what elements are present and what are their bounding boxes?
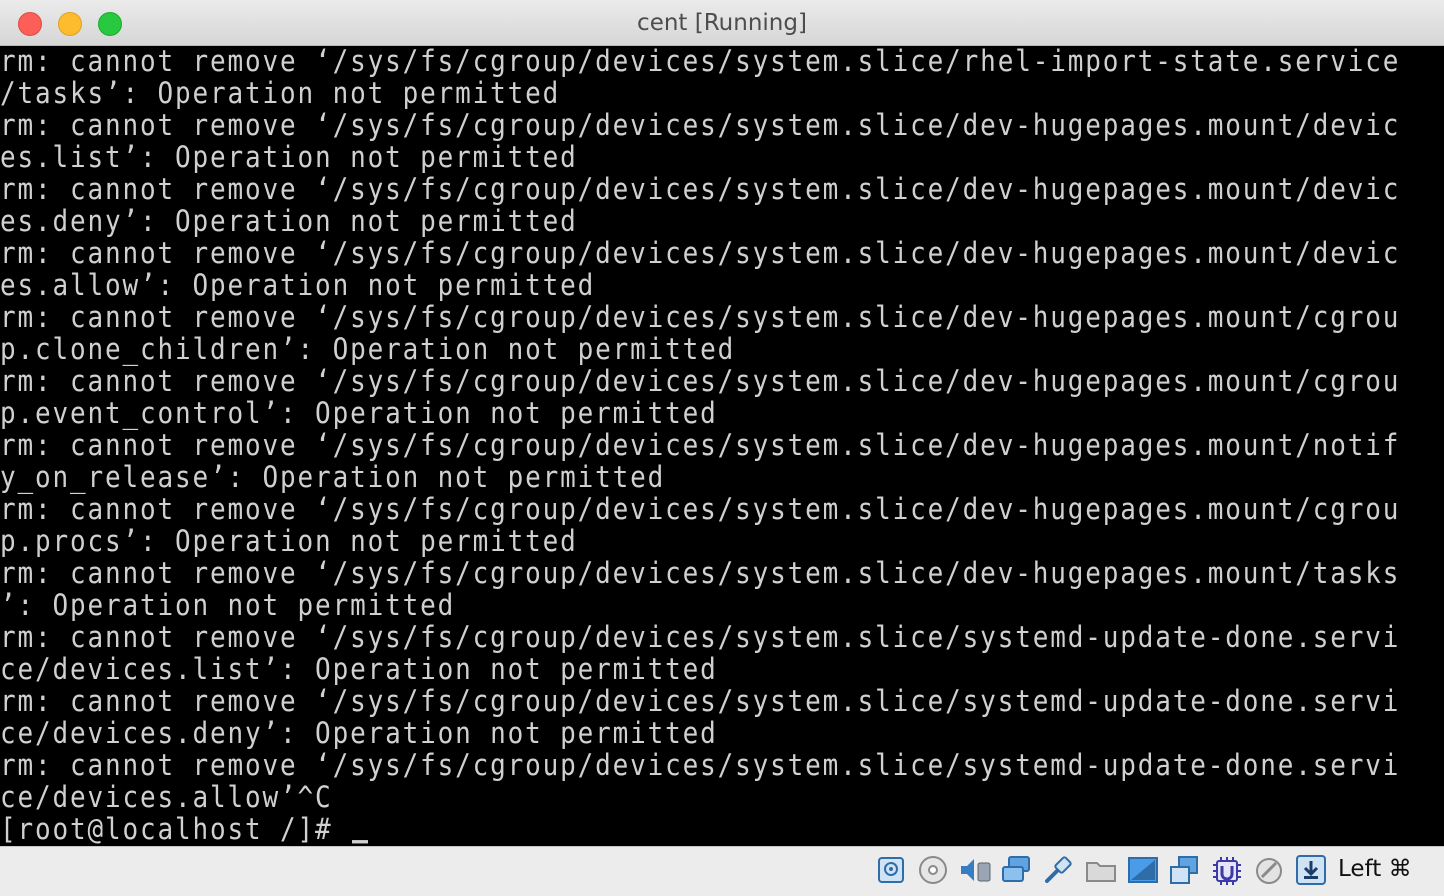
keyboard-capture-icon[interactable]: [1296, 855, 1326, 885]
host-key-label: Left ⌘: [1338, 856, 1412, 882]
terminal-line: rm: cannot remove ‘/sys/fs/cgroup/device…: [0, 749, 1401, 783]
terminal-line: rm: cannot remove ‘/sys/fs/cgroup/device…: [0, 46, 1401, 79]
text-cursor: [352, 840, 369, 844]
terminal-line: /tasks’: Operation not permitted: [0, 77, 561, 111]
terminal-line: es.list’: Operation not permitted: [0, 141, 578, 175]
network-icon[interactable]: [1001, 855, 1031, 885]
terminal-line: ce/devices.allow’^C: [0, 781, 333, 815]
usb-icon[interactable]: [1043, 855, 1073, 885]
optical-drive-icon[interactable]: [918, 855, 948, 885]
terminal-line: rm: cannot remove ‘/sys/fs/cgroup/device…: [0, 685, 1401, 719]
display-icon[interactable]: [1127, 855, 1158, 885]
terminal-line: ’: Operation not permitted: [0, 589, 456, 623]
virtualbox-window: cent [Running] rm: cannot remove ‘/sys/f…: [0, 0, 1444, 896]
terminal-line: rm: cannot remove ‘/sys/fs/cgroup/device…: [0, 301, 1401, 335]
status-bar: Left ⌘: [0, 846, 1444, 896]
video-capture-icon[interactable]: [1169, 855, 1199, 885]
terminal-line: es.deny’: Operation not permitted: [0, 205, 578, 239]
terminal-line: ce/devices.deny’: Operation not permitte…: [0, 717, 718, 751]
terminal-line: rm: cannot remove ‘/sys/fs/cgroup/device…: [0, 493, 1401, 527]
shared-folders-icon[interactable]: [1085, 855, 1116, 885]
title-bar[interactable]: cent [Running]: [0, 0, 1444, 46]
terminal-line: rm: cannot remove ‘/sys/fs/cgroup/device…: [0, 621, 1401, 655]
terminal-line: rm: cannot remove ‘/sys/fs/cgroup/device…: [0, 109, 1401, 143]
vm-console[interactable]: rm: cannot remove ‘/sys/fs/cgroup/device…: [0, 46, 1444, 846]
audio-icon[interactable]: [958, 855, 991, 885]
terminal-prompt-line: [root@localhost /]#: [0, 812, 369, 846]
terminal-line: rm: cannot remove ‘/sys/fs/cgroup/device…: [0, 237, 1401, 271]
terminal-line: ce/devices.list’: Operation not permitte…: [0, 653, 718, 687]
window-title: cent [Running]: [637, 10, 807, 36]
mouse-integration-icon[interactable]: [1254, 855, 1284, 885]
terminal-line: p.procs’: Operation not permitted: [0, 525, 578, 559]
terminal-line: rm: cannot remove ‘/sys/fs/cgroup/device…: [0, 557, 1401, 591]
terminal-line: es.allow’: Operation not permitted: [0, 269, 596, 303]
terminal-line: rm: cannot remove ‘/sys/fs/cgroup/device…: [0, 429, 1401, 463]
cpu-icon[interactable]: [1211, 855, 1241, 885]
terminal-line: p.event_control’: Operation not permitte…: [0, 397, 718, 431]
hard-disk-icon[interactable]: [877, 855, 907, 885]
terminal-line: p.clone_children’: Operation not permitt…: [0, 333, 736, 367]
shell-prompt: [root@localhost /]#: [0, 813, 351, 846]
terminal-line: rm: cannot remove ‘/sys/fs/cgroup/device…: [0, 365, 1401, 399]
terminal-line: y_on_release’: Operation not permitted: [0, 461, 666, 495]
terminal-line: rm: cannot remove ‘/sys/fs/cgroup/device…: [0, 173, 1401, 207]
